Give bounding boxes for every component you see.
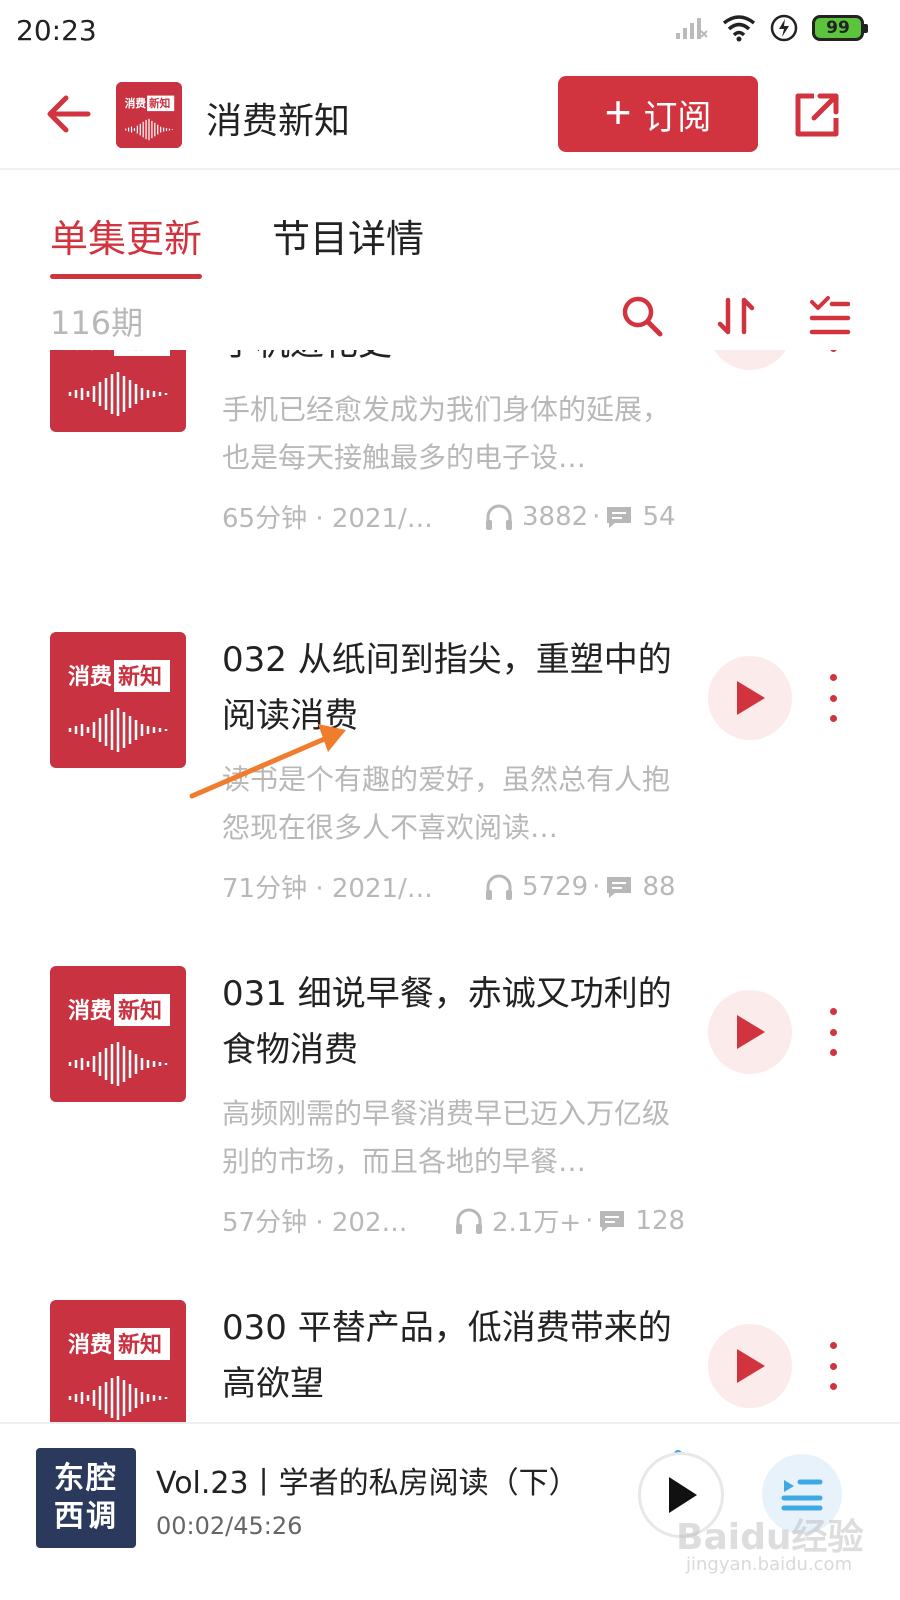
podcast-title: 消费新知 <box>206 101 351 142</box>
episode-list[interactable]: 消费 新知 手机进化史 手机已经愈发成为我们身体的延展，也是每天接触最多的电子设… <box>0 350 900 1422</box>
now-playing-cover-line1: 东腔 <box>54 1461 118 1496</box>
play-button[interactable] <box>708 990 792 1074</box>
more-options-icon[interactable] <box>818 1336 848 1396</box>
listen-count: 3882 <box>484 502 588 532</box>
status-bar: 20:23 99 <box>0 0 900 62</box>
episode-title: 031 细说早餐，赤诚又功利的食物消费 <box>222 974 672 1070</box>
episode-title: 032 从纸间到指尖，重塑中的阅读消费 <box>222 640 672 736</box>
play-icon <box>737 681 765 715</box>
logo-text-b: 新知 <box>149 97 170 110</box>
comment-count-value: 88 <box>642 871 676 902</box>
episode-meta: 65分钟 · 2021/0… 3882 · 54 <box>222 498 692 535</box>
episode-item[interactable]: 消费 新知 030 平替产品，低消费带来的高欲望 <box>0 1300 900 1422</box>
play-icon <box>737 1015 765 1049</box>
batch-select-icon[interactable] <box>806 292 854 340</box>
comment-count-value: 128 <box>635 1205 686 1236</box>
cover-graphic: 消费 新知 <box>68 994 170 1086</box>
comment-count-value: 54 <box>642 501 676 532</box>
now-playing-cover: 东腔 西调 <box>36 1448 136 1548</box>
cover-text-a: 消费 <box>68 999 112 1024</box>
more-options-icon[interactable] <box>818 1002 848 1062</box>
comment-count: 54 <box>604 501 676 532</box>
play-button[interactable] <box>708 1324 792 1408</box>
header: 消费 新知 消费新知 + 订阅 <box>0 62 900 170</box>
episode-description: 手机已经愈发成为我们身体的延展，也是每天接触最多的电子设… <box>222 393 671 474</box>
more-options-icon[interactable] <box>818 350 848 358</box>
episode-count: 116期 <box>50 304 144 342</box>
subscribe-label: 订阅 <box>643 98 712 137</box>
sort-icon[interactable] <box>712 292 760 340</box>
cover-text-b: 新知 <box>118 1332 162 1358</box>
status-icons: 99 <box>674 14 868 42</box>
episode-cover: 消费 新知 <box>50 350 186 432</box>
episode-item[interactable]: 消费 新知 031 细说早餐，赤诚又功利的食物消费 高频刚需的早餐消费早已迈入万… <box>0 966 900 1300</box>
episode-meta: 57分钟 · 2021… 2.1万+ · 128 <box>222 1202 692 1239</box>
episode-cover: 消费 新知 <box>50 966 186 1102</box>
signal-icon <box>676 18 708 39</box>
play-icon <box>737 1349 765 1383</box>
tab-program-details[interactable]: 节目详情 <box>272 208 424 263</box>
logo-text-a: 消费 <box>125 97 147 110</box>
listen-count-value: 2.1万+ <box>492 1208 582 1238</box>
mini-player[interactable]: 东腔 西调 Vol.23丨学者的私房阅读（下） 00:02/45:26 Baid… <box>0 1422 900 1600</box>
episode-item[interactable]: 消费 新知 手机进化史 手机已经愈发成为我们身体的延展，也是每天接触最多的电子设… <box>0 350 900 650</box>
episode-item[interactable]: 消费 新知 032 从纸间到指尖，重塑中的阅读消费 读书是个有趣的爱好，虽然总有… <box>0 632 900 966</box>
episode-title: 手机进化史 <box>222 350 672 372</box>
cover-text-a: 消费 <box>68 350 112 354</box>
cover-text-a: 消费 <box>68 665 112 690</box>
charging-icon <box>770 14 798 42</box>
now-playing-cover-line2: 西调 <box>54 1499 118 1534</box>
headphones-icon <box>456 1208 482 1234</box>
now-playing-title: Vol.23丨学者的私房阅读（下） <box>156 1466 579 1501</box>
watermark-url: jingyan.baidu.com <box>686 1554 853 1575</box>
cover-graphic: 消费 新知 <box>68 350 170 416</box>
episode-meta: 71分钟 · 2021/0… 5729 · 88 <box>222 868 692 905</box>
headphones-icon <box>486 504 512 530</box>
episode-description: 高频刚需的早餐消费早已迈入万亿级别的市场，而且各地的早餐… <box>222 1097 671 1178</box>
play-button[interactable] <box>708 350 792 370</box>
cover-graphic: 消费 新知 <box>68 1328 170 1420</box>
episode-title: 030 平替产品，低消费带来的高欲望 <box>222 1308 672 1404</box>
episode-cover: 消费 新知 <box>50 1300 186 1422</box>
search-icon[interactable] <box>618 292 666 340</box>
list-toolbar: 116期 <box>0 290 900 350</box>
comment-count: 128 <box>597 1206 685 1236</box>
cover-text-b: 新知 <box>118 998 162 1024</box>
logo-graphic: 消费 新知 <box>116 82 182 148</box>
comment-icon <box>607 506 632 528</box>
more-options-icon[interactable] <box>818 668 848 728</box>
watermark-logo: Baidu经验 <box>676 1517 864 1558</box>
battery-icon: 99 <box>812 15 868 41</box>
episode-duration-date: 57分钟 · 2021… <box>222 1208 418 1238</box>
cover-text-a: 消费 <box>68 1333 112 1358</box>
episode-duration-date: 65分钟 · 2021/0… <box>222 504 448 534</box>
status-time: 20:23 <box>16 14 97 47</box>
plus-icon: + <box>604 86 632 138</box>
episode-description: 读书是个有趣的爱好，虽然总有人抱怨现在很多人不喜欢阅读… <box>222 763 671 844</box>
listen-count: 2.1万+ <box>454 1202 581 1239</box>
episode-duration-date: 71分钟 · 2021/0… <box>222 874 448 904</box>
podcast-logo: 消费 新知 <box>116 82 182 148</box>
back-arrow-icon[interactable] <box>40 86 96 142</box>
comment-count: 88 <box>604 871 676 902</box>
wifi-icon <box>722 15 756 42</box>
play-button[interactable] <box>708 656 792 740</box>
tab-bar: 单集更新 节目详情 <box>0 172 900 279</box>
comment-icon <box>607 876 632 898</box>
tab-episodes[interactable]: 单集更新 <box>50 208 203 279</box>
listen-count-value: 3882 <box>522 501 589 532</box>
episode-cover: 消费 新知 <box>50 632 186 768</box>
subscribe-button[interactable]: + 订阅 <box>558 76 758 152</box>
comment-icon <box>600 1210 625 1232</box>
cover-text-b: 新知 <box>118 664 162 690</box>
cover-graphic: 消费 新知 <box>68 660 170 752</box>
headphones-icon <box>486 874 512 900</box>
now-playing-time: 00:02/45:26 <box>156 1512 303 1540</box>
listen-count: 5729 <box>484 872 588 902</box>
cover-text-b: 新知 <box>118 350 162 354</box>
share-icon[interactable] <box>790 88 844 142</box>
listen-count-value: 5729 <box>522 871 589 902</box>
